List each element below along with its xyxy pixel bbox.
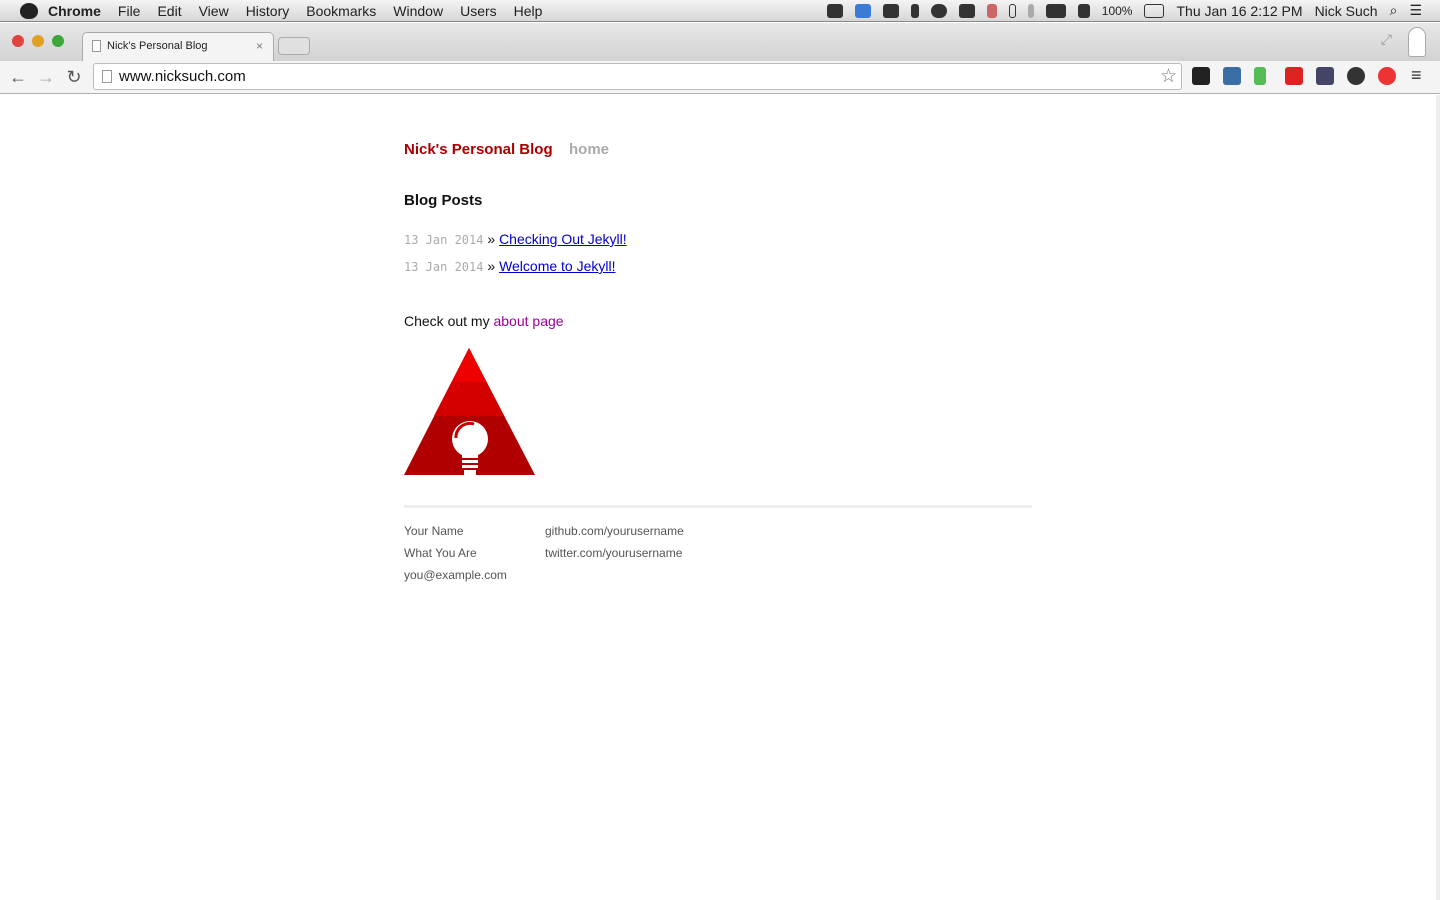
site-title-link[interactable]: Nick's Personal Blog [404, 141, 553, 158]
menu-view[interactable]: View [199, 3, 229, 19]
page-icon [102, 70, 112, 83]
dropbox-icon[interactable] [854, 3, 871, 18]
user-name[interactable]: Nick Such [1315, 3, 1378, 19]
move-icon[interactable] [882, 3, 899, 18]
spotlight-icon[interactable]: ⌕ [1390, 2, 1398, 19]
post-date: 13 Jan 2014 [404, 260, 484, 274]
page-icon [92, 40, 101, 52]
nav-home-link[interactable]: home [569, 141, 609, 158]
profile-avatar-icon[interactable] [1408, 27, 1426, 57]
mac-menubar: Chrome File Edit View History Bookmarks … [0, 0, 1440, 22]
close-window-button[interactable] [12, 35, 24, 47]
post-link[interactable]: Welcome to Jekyll! [499, 258, 615, 274]
gear-icon[interactable] [1347, 67, 1365, 85]
post-separator: » [487, 258, 496, 274]
airplay-icon[interactable] [958, 3, 975, 18]
scrollbar[interactable] [1436, 95, 1440, 900]
post-separator: » [487, 231, 496, 247]
hootsuite-icon[interactable] [1223, 67, 1241, 85]
post-item: 13 Jan 2014 » Welcome to Jekyll! [404, 258, 616, 274]
tab-close-icon[interactable]: × [256, 39, 263, 53]
post-item: 13 Jan 2014 » Checking Out Jekyll! [404, 231, 627, 247]
apple-icon[interactable] [20, 2, 38, 19]
buffer-icon[interactable] [1192, 67, 1210, 85]
battery-icon[interactable] [1144, 3, 1165, 18]
footer-email: you@example.com [404, 568, 507, 582]
battery-bar-icon[interactable] [1008, 3, 1016, 18]
lightbulb-logo [404, 348, 535, 475]
minimize-window-button[interactable] [32, 35, 44, 47]
post-date: 13 Jan 2014 [404, 233, 484, 247]
url-text[interactable]: www.nicksuch.com [119, 68, 246, 85]
tools-icon[interactable] [910, 3, 919, 18]
battery-percent[interactable]: 100% [1102, 4, 1133, 18]
menu-help[interactable]: Help [514, 3, 543, 19]
camera-icon[interactable] [1316, 67, 1334, 85]
post-link[interactable]: Checking Out Jekyll! [499, 231, 627, 247]
forward-button[interactable]: → [36, 67, 56, 88]
about-prefix: Check out my [404, 313, 494, 329]
bookmark-star-icon[interactable]: ☆ [1160, 65, 1177, 88]
gmail-icon[interactable] [1285, 67, 1303, 85]
new-tab-button[interactable] [278, 37, 310, 55]
menu-edit[interactable]: Edit [157, 3, 181, 19]
zoom-window-button[interactable] [52, 35, 64, 47]
wifi-icon[interactable] [1045, 3, 1066, 18]
fullscreen-icon[interactable]: ⤢ [1381, 31, 1392, 48]
menu-bookmarks[interactable]: Bookmarks [306, 3, 376, 19]
about-line: Check out my about page [404, 313, 564, 329]
address-bar[interactable]: www.nicksuch.com ☆ [93, 63, 1182, 90]
back-button[interactable]: ← [8, 67, 28, 88]
clock[interactable]: Thu Jan 16 2:12 PM [1176, 3, 1302, 19]
footer-role: What You Are [404, 546, 477, 560]
twitter-link[interactable]: twitter.com/yourusername [545, 546, 682, 560]
tab-strip: Nick's Personal Blog × ⤢ [0, 23, 1440, 61]
footer-name: Your Name [404, 524, 464, 538]
evernote-icon[interactable] [1254, 67, 1266, 85]
cloud-icon[interactable] [930, 3, 947, 18]
bluetooth-icon[interactable] [1027, 3, 1034, 18]
volume-icon[interactable] [1077, 3, 1090, 18]
github-link[interactable]: github.com/yourusername [545, 524, 684, 538]
tab-active[interactable]: Nick's Personal Blog × [82, 32, 274, 61]
menu-window[interactable]: Window [393, 3, 443, 19]
menu-file[interactable]: File [118, 3, 141, 19]
footer-divider [404, 505, 1032, 508]
menu-users[interactable]: Users [460, 3, 497, 19]
tab-title: Nick's Personal Blog [107, 40, 208, 52]
reload-button[interactable]: ↻ [64, 67, 84, 88]
notification-center-icon[interactable]: ☰ [1409, 2, 1422, 19]
menu-app[interactable]: Chrome [48, 3, 101, 19]
adblock-icon[interactable] [1378, 67, 1396, 85]
about-page-link[interactable]: about page [493, 313, 563, 329]
menu-history[interactable]: History [246, 3, 290, 19]
blog-posts-heading: Blog Posts [404, 192, 483, 209]
sync-icon[interactable] [986, 3, 997, 18]
facetime-icon[interactable] [826, 3, 843, 18]
chrome-menu-icon[interactable]: ≡ [1411, 65, 1422, 86]
browser-toolbar: ← → ↻ www.nicksuch.com ☆ ≡ [0, 61, 1440, 94]
